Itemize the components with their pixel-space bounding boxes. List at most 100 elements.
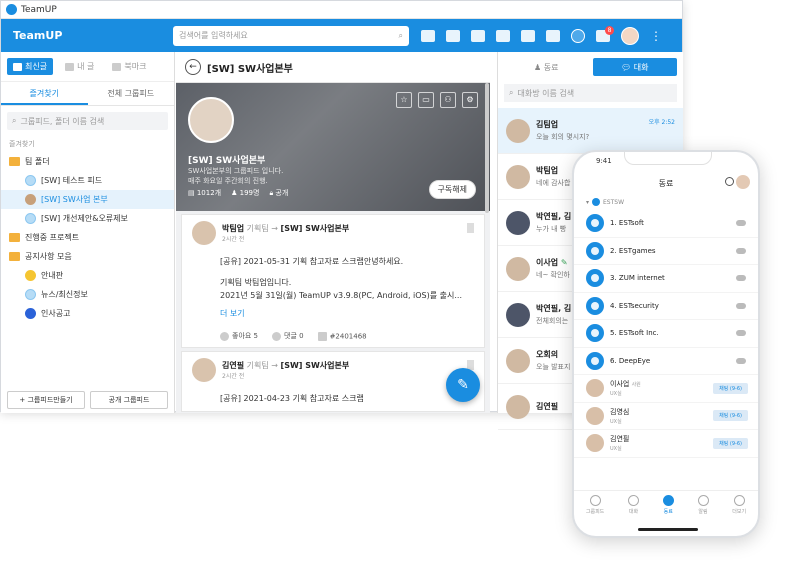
comment-button[interactable]: 댓글 0: [272, 331, 304, 341]
star-icon[interactable]: ☆: [396, 92, 412, 108]
person-icon: [662, 495, 674, 506]
nav-chat[interactable]: 대화: [628, 495, 640, 522]
list-item[interactable]: 3. ZUM internet: [574, 265, 758, 293]
company-name: 6. DeepEye: [610, 356, 651, 365]
left-bottom-actions: + 그룹피드만들기 공개 그룹피드: [7, 391, 168, 409]
chat-avatar: [506, 164, 530, 189]
list-item[interactable]: 1. ESTsoft: [574, 210, 758, 238]
tab-chat[interactable]: 💬︎ 대화: [592, 58, 677, 76]
folder-icon: [9, 157, 20, 166]
post-card[interactable]: 박팀업 기획팀 → [SW] SW사업본부 2시간 전 [공유] 2021-05…: [181, 214, 485, 348]
read-more-link[interactable]: 더 보기: [192, 308, 474, 319]
switch-icon[interactable]: [571, 28, 585, 43]
tree-item-board[interactable]: 안내판: [1, 266, 174, 285]
bell-icon[interactable]: 8: [596, 25, 614, 42]
folder-icon: [9, 233, 20, 242]
nav-colleagues[interactable]: 동료: [662, 495, 674, 522]
like-button[interactable]: 좋아요 5: [220, 331, 258, 341]
chat-status-tag[interactable]: 채팅 (9-6): [713, 437, 748, 449]
global-search-input[interactable]: 검색어를 입력하세요 ⌕: [173, 25, 409, 46]
calendar-icon[interactable]: [471, 29, 485, 42]
user-avatar[interactable]: [621, 26, 639, 45]
feed-name[interactable]: [SW] SW사업본부: [281, 361, 350, 370]
list-item[interactable]: 5. ESTsoft Inc.: [574, 320, 758, 348]
back-arrow-icon[interactable]: ←: [185, 59, 201, 75]
phone-time: 9:41: [596, 157, 612, 165]
apps-icon[interactable]: [546, 29, 560, 42]
tree-item-hr[interactable]: 인사공고: [1, 304, 174, 323]
tree-item-notices[interactable]: 공지사항 모음: [1, 247, 174, 266]
tree-item-feedback[interactable]: [SW] 개선제안&오류제보: [1, 209, 174, 228]
author-avatar[interactable]: [192, 358, 216, 382]
folder-icon: [9, 252, 20, 261]
feed-search-placeholder: 그룹피드, 폴더 이름 검색: [20, 116, 105, 126]
person-item[interactable]: 이사업 사원 UX실 채팅 (9-6): [574, 375, 758, 403]
cloud-icon: [736, 302, 746, 309]
search-icon[interactable]: ⌕: [399, 31, 403, 41]
chat-text: 박팀업 네에 감사합: [536, 165, 570, 188]
tree-item-test-feed[interactable]: [SW] 테스트 피드: [1, 171, 174, 190]
folder-icon[interactable]: [446, 29, 460, 42]
tree-item-team-folder[interactable]: 팀 폴더: [1, 152, 174, 171]
post-header: 박팀업 기획팀 → [SW] SW사업본부 2시간 전: [192, 221, 474, 245]
author-avatar[interactable]: [192, 221, 216, 245]
search-icon[interactable]: [725, 177, 734, 186]
company-icon: [586, 269, 604, 288]
list-icon[interactable]: [496, 29, 510, 42]
create-feed-button[interactable]: + 그룹피드만들기: [7, 391, 85, 409]
author-name[interactable]: 김연필: [222, 361, 244, 370]
phone-title: 동료: [658, 178, 674, 188]
user-avatar[interactable]: [736, 175, 750, 189]
subtab-all-feeds[interactable]: 전체 그룹피드: [88, 82, 175, 105]
org-row[interactable]: ▾ ESTSW: [574, 194, 758, 210]
folder-icon[interactable]: ▭: [418, 92, 434, 108]
person-item[interactable]: 김연필 UX실 채팅 (9-6): [574, 430, 758, 458]
person-item[interactable]: 김영심 UX실 채팅 (9-6): [574, 403, 758, 430]
heart-icon: [220, 331, 229, 341]
left-sidebar: 최신글 내 글 북마크 즐겨찾기 전체 그룹피드 ⌕ 그룹피드, 폴더 이름 검…: [1, 52, 175, 413]
tab-latest[interactable]: 최신글: [7, 58, 54, 75]
post-actions: 좋아요 5 댓글 0 #2401468: [192, 331, 474, 341]
chat-name: 오회의: [536, 350, 559, 359]
list-item[interactable]: 4. ESTsecurity: [574, 293, 758, 320]
tab-colleagues[interactable]: ♟ 동료: [504, 58, 589, 76]
pencil-icon: ✎: [560, 258, 568, 267]
feed-icon[interactable]: [421, 29, 435, 42]
tree-item-sw-hq[interactable]: [SW] SW사업 본부: [1, 190, 174, 209]
chat-search-input[interactable]: ⌕ 대화방 이름 검색: [504, 84, 677, 102]
members-icon[interactable]: ⚇: [440, 92, 456, 108]
company-icon: [586, 241, 604, 260]
write-post-button[interactable]: ✎: [446, 368, 480, 402]
nav-feed[interactable]: 그룹피드: [586, 495, 604, 522]
person-dept: UX실: [610, 418, 622, 425]
feed-name[interactable]: [SW] SW사업본부: [281, 224, 350, 233]
unsubscribe-button[interactable]: 구독해제: [428, 180, 476, 199]
company-icon: [586, 351, 604, 370]
tree-item-news[interactable]: 뉴스/최신정보: [1, 285, 174, 304]
cloud-icon: [736, 330, 746, 337]
gear-icon[interactable]: ⚙: [462, 92, 478, 108]
nav-alerts[interactable]: 알림: [697, 495, 709, 522]
public-feeds-button[interactable]: 공개 그룹피드: [90, 391, 168, 409]
tab-my-posts[interactable]: 내 글: [59, 58, 100, 75]
nav-more[interactable]: 더보기: [732, 495, 746, 522]
header-icons: 8 ⋮: [421, 25, 662, 45]
tab-bookmark[interactable]: 북마크: [106, 58, 152, 75]
person-name: 김연필: [610, 435, 630, 444]
chat-status-tag[interactable]: 채팅 (9-6): [713, 382, 748, 394]
mail-icon[interactable]: [521, 29, 535, 42]
chat-status-tag[interactable]: 채팅 (9-6): [713, 410, 748, 422]
author-name[interactable]: 박팀업: [222, 224, 244, 233]
list-item[interactable]: 2. ESTgames: [574, 238, 758, 265]
title-bar: TeamUP: [1, 1, 682, 19]
bookmark-icon[interactable]: [467, 223, 474, 233]
app-logo-icon: [6, 4, 17, 15]
subtab-favorites[interactable]: 즐겨찾기: [1, 82, 88, 105]
list-item[interactable]: 6. DeepEye: [574, 348, 758, 375]
scrollbar[interactable]: [485, 83, 489, 213]
tree-item-projects[interactable]: 진행중 프로젝트: [1, 228, 174, 247]
more-icon[interactable]: ⋮: [650, 29, 662, 43]
feed-search-input[interactable]: ⌕ 그룹피드, 폴더 이름 검색: [7, 112, 168, 130]
post-card[interactable]: 김연필 기획팀 → [SW] SW사업본부 2시간 전 [공유] 2021-04…: [181, 351, 485, 412]
chat-item[interactable]: 김팀업 오늘 회의 몇시지? 오후 2:52: [498, 108, 683, 154]
